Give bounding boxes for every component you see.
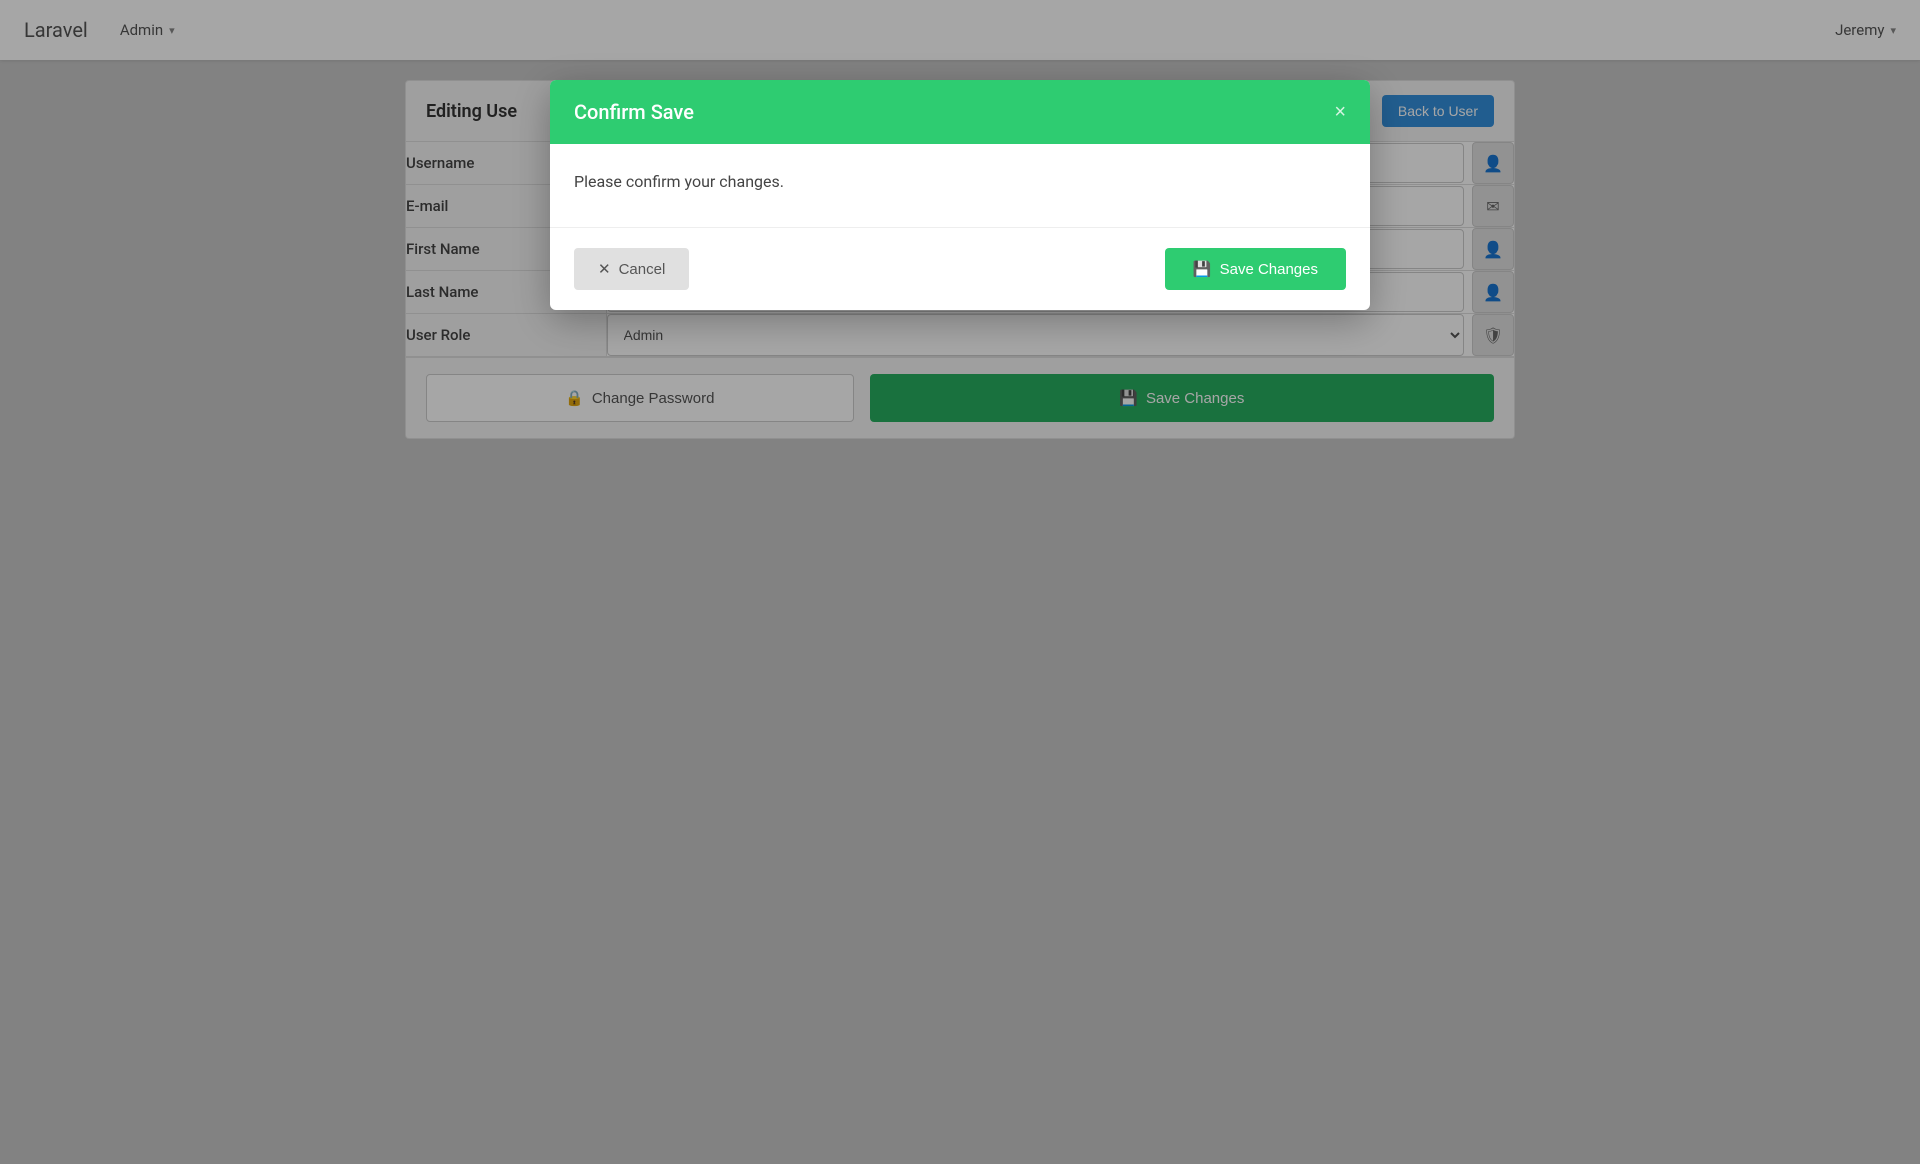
modal-body: Please confirm your changes. bbox=[550, 144, 1370, 228]
modal-save-icon: 💾 bbox=[1193, 260, 1212, 278]
cancel-icon: ✕ bbox=[598, 260, 611, 278]
cancel-label: Cancel bbox=[619, 261, 666, 278]
modal-overlay: Confirm Save × Please confirm your chang… bbox=[0, 0, 1920, 1164]
modal-save-button[interactable]: 💾 Save Changes bbox=[1165, 248, 1346, 290]
modal-footer: ✕ Cancel 💾 Save Changes bbox=[550, 228, 1370, 310]
modal-message: Please confirm your changes. bbox=[574, 172, 1346, 191]
modal-header: Confirm Save × bbox=[550, 80, 1370, 144]
modal-save-label: Save Changes bbox=[1220, 261, 1318, 278]
confirm-save-modal: Confirm Save × Please confirm your chang… bbox=[550, 80, 1370, 310]
modal-title: Confirm Save bbox=[574, 100, 694, 124]
modal-close-button[interactable]: × bbox=[1334, 102, 1346, 122]
modal-cancel-button[interactable]: ✕ Cancel bbox=[574, 248, 689, 290]
